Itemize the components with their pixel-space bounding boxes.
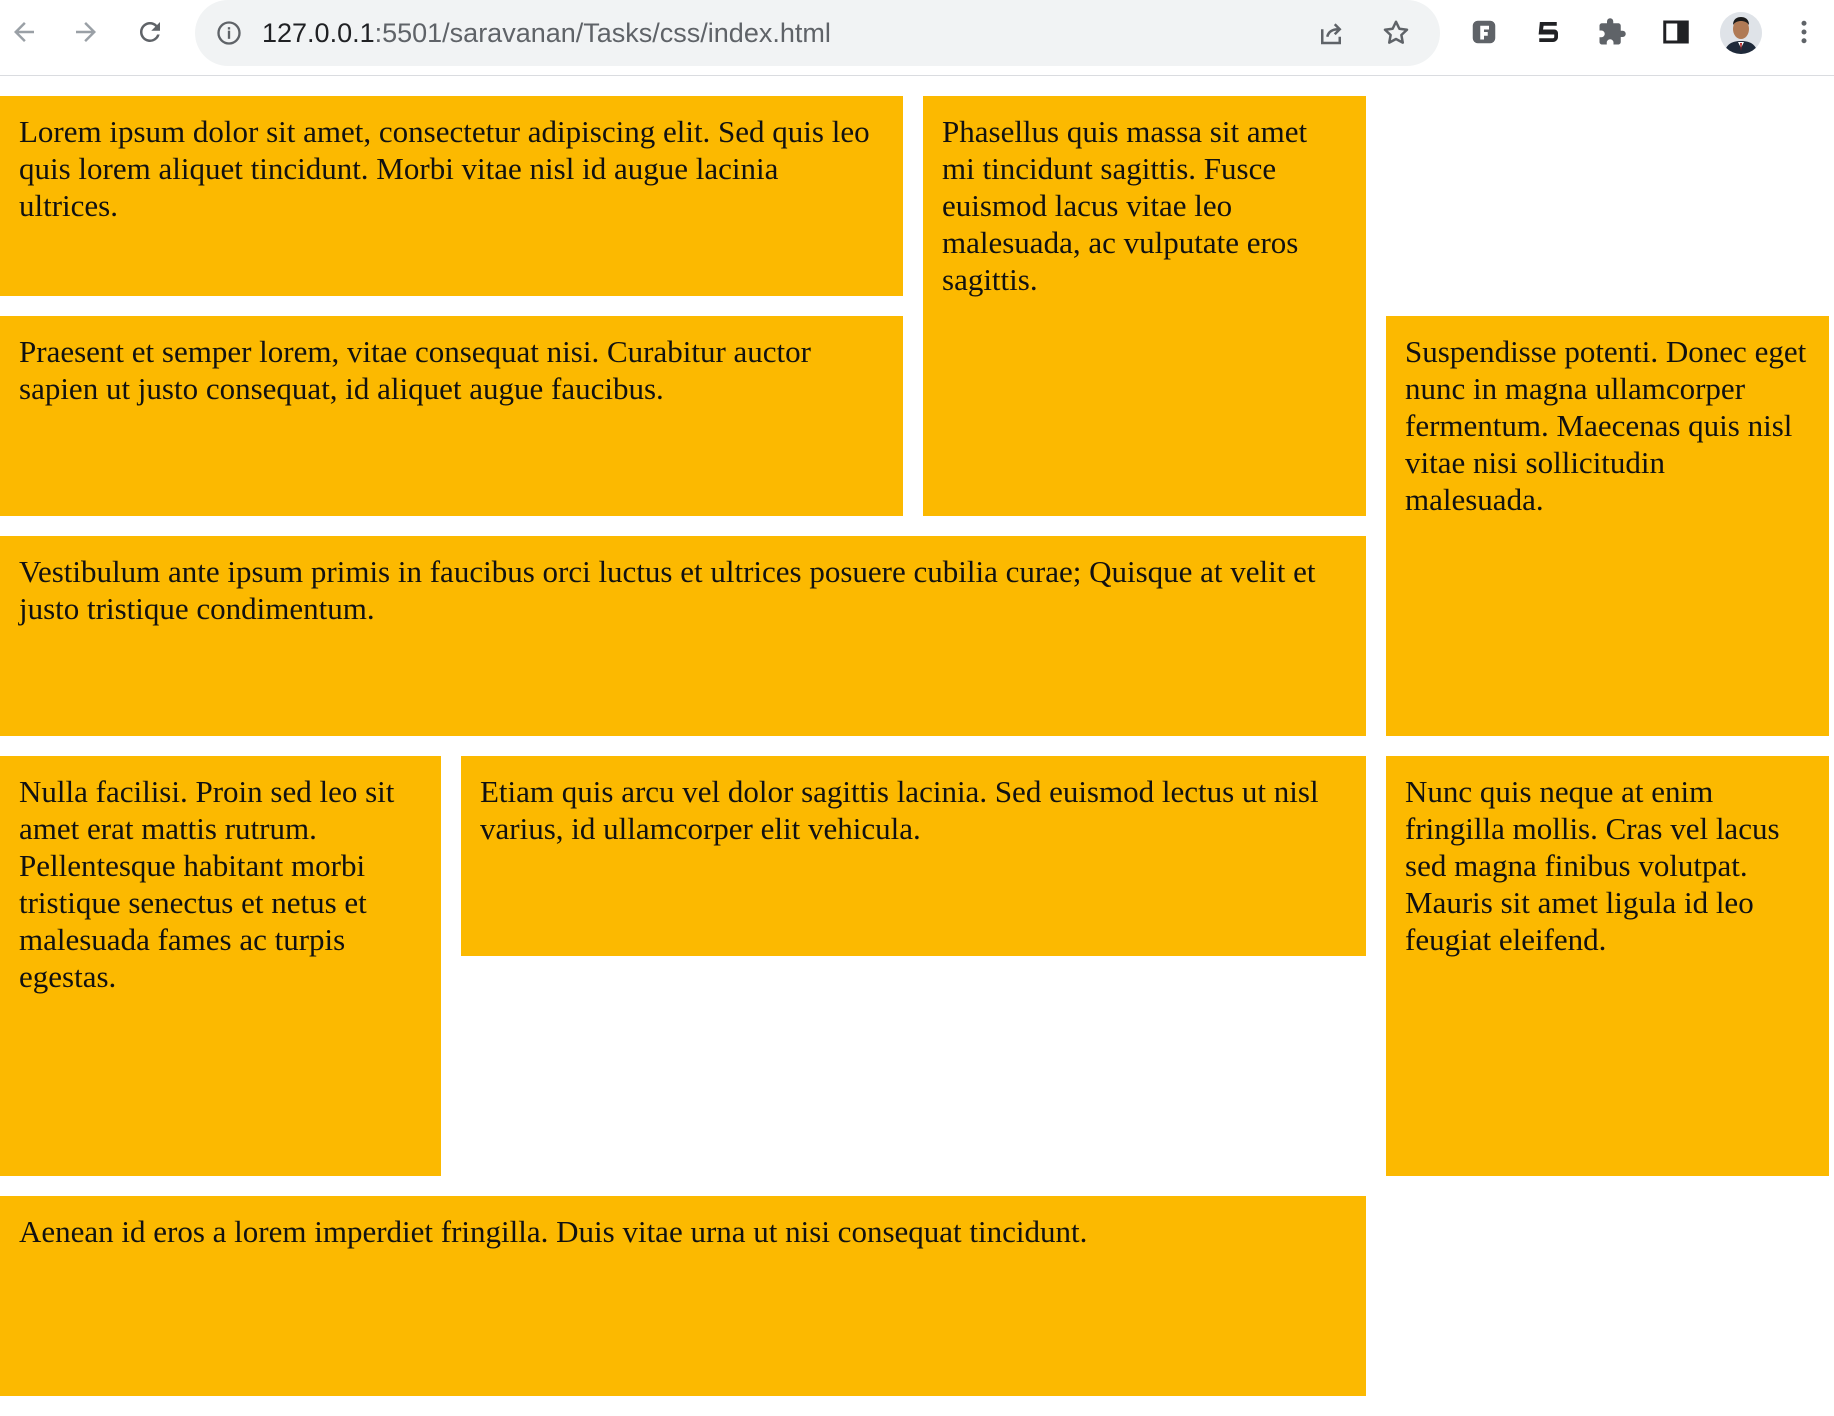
content-box: Etiam quis arcu vel dolor sagittis lacin… bbox=[461, 756, 1366, 956]
content-box: Aenean id eros a lorem imperdiet fringil… bbox=[0, 1196, 1366, 1396]
content-box: Phasellus quis massa sit amet mi tincidu… bbox=[923, 96, 1366, 516]
forward-arrow-icon[interactable] bbox=[62, 8, 110, 56]
puzzle-icon[interactable] bbox=[1588, 8, 1636, 56]
side-panel-icon[interactable] bbox=[1652, 8, 1700, 56]
extension-f-icon[interactable] bbox=[1460, 8, 1508, 56]
browser-toolbar: 127.0.0.1:5501/saravanan/Tasks/css/index… bbox=[0, 0, 1834, 76]
content-box: Vestibulum ante ipsum primis in faucibus… bbox=[0, 536, 1366, 736]
content-box: Nunc quis neque at enim fringilla mollis… bbox=[1386, 756, 1829, 1176]
share-icon[interactable] bbox=[1313, 15, 1349, 51]
kebab-menu-icon[interactable] bbox=[1780, 8, 1828, 56]
back-arrow-icon[interactable] bbox=[0, 8, 48, 56]
url-text[interactable]: 127.0.0.1:5501/saravanan/Tasks/css/index… bbox=[262, 0, 831, 66]
reload-icon[interactable] bbox=[126, 8, 174, 56]
url-path: :5501/saravanan/Tasks/css/index.html bbox=[374, 18, 831, 48]
content-box: Praesent et semper lorem, vitae consequa… bbox=[0, 316, 903, 516]
star-icon[interactable] bbox=[1378, 15, 1414, 51]
info-icon[interactable] bbox=[214, 18, 244, 48]
address-bar[interactable]: 127.0.0.1:5501/saravanan/Tasks/css/index… bbox=[195, 0, 1440, 66]
avatar[interactable] bbox=[1720, 12, 1762, 54]
content-box: Nulla facilisi. Proin sed leo sit amet e… bbox=[0, 756, 441, 1176]
content-box: Suspendisse potenti. Donec eget nunc in … bbox=[1386, 316, 1829, 736]
url-host: 127.0.0.1 bbox=[262, 18, 375, 48]
extension-5-icon[interactable] bbox=[1524, 8, 1572, 56]
content-box: Lorem ipsum dolor sit amet, consectetur … bbox=[0, 96, 903, 296]
